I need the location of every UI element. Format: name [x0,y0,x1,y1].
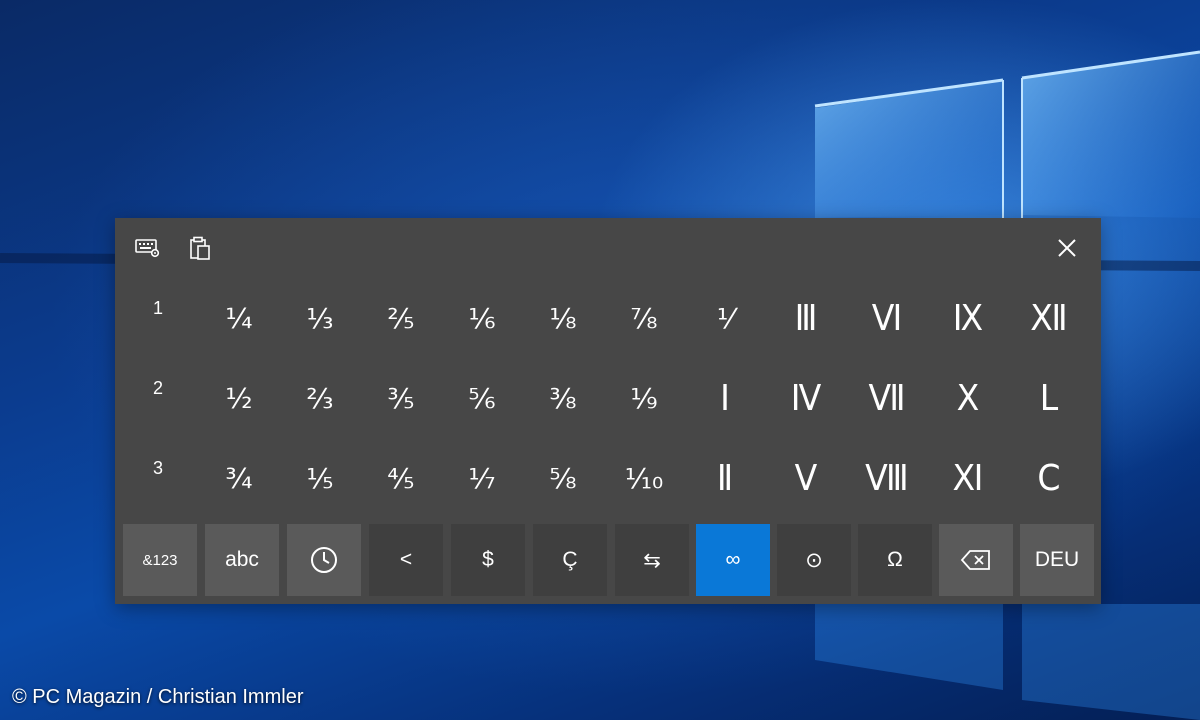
backspace-icon [960,550,990,570]
symbol-key-roman-50[interactable]: Ⅼ [1014,358,1084,438]
abc-key[interactable]: abc [205,524,279,596]
accented-letters-key[interactable]: Ç [533,524,607,596]
symbol-key-one-ninth[interactable]: ⅑ [606,358,682,438]
symbol-key-one-sixth[interactable]: ⅙ [444,278,520,358]
symbol-grid: 1 2 3 ¼ ⅓ ⅖ ⅙ ⅛ ⅞ ⅟ Ⅲ Ⅵ Ⅸ Ⅻ ½ ⅔ ⅗ ⅚ ⅜ ⅑ … [115,278,1101,518]
symbol-key-one-fifth[interactable]: ⅕ [282,438,358,518]
symbol-key-two-thirds[interactable]: ⅔ [282,358,358,438]
clock-icon [311,547,337,573]
symbol-key-two-fifths[interactable]: ⅖ [363,278,439,358]
symbol-key-three-eighths[interactable]: ⅜ [525,358,601,438]
row-number-1: 1 [152,298,163,318]
symbol-key-roman-100[interactable]: Ⅽ [1014,438,1084,518]
numbers-symbols-key[interactable]: &123 [123,524,197,596]
symbol-key-roman-2[interactable]: Ⅱ [690,438,760,518]
symbol-key-four-fifths[interactable]: ⅘ [363,438,439,518]
symbol-key-roman-11[interactable]: Ⅺ [933,438,1003,518]
symbol-key-roman-5[interactable]: Ⅴ [771,438,841,518]
symbol-key-roman-3[interactable]: Ⅲ [771,278,841,358]
language-key[interactable]: DEU [1020,524,1094,596]
symbol-key-seven-eighths[interactable]: ⅞ [606,278,682,358]
symbol-key-three-fifths[interactable]: ⅗ [363,358,439,438]
symbol-key-one-half[interactable]: ½ [201,358,277,438]
symbol-key-roman-10[interactable]: Ⅹ [933,358,1003,438]
clipboard-icon[interactable] [185,234,215,262]
desktop-background: 1 2 3 ¼ ⅓ ⅖ ⅙ ⅛ ⅞ ⅟ Ⅲ Ⅵ Ⅸ Ⅻ ½ ⅔ ⅗ ⅚ ⅜ ⅑ … [0,0,1200,720]
close-icon [1058,239,1076,257]
keyboard-settings-icon[interactable] [133,234,163,262]
symbol-key-one-eighth[interactable]: ⅛ [525,278,601,358]
currency-category-key[interactable]: $ [451,524,525,596]
symbol-key-roman-4[interactable]: Ⅳ [771,358,841,438]
symbol-key-one-third[interactable]: ⅓ [282,278,358,358]
symbol-key-one-tenth[interactable]: ⅒ [606,438,682,518]
arrows-category-key[interactable]: ⇆ [615,524,689,596]
keyboard-toolbar [115,218,1101,278]
touch-keyboard-panel: 1 2 3 ¼ ⅓ ⅖ ⅙ ⅛ ⅞ ⅟ Ⅲ Ⅵ Ⅸ Ⅻ ½ ⅔ ⅗ ⅚ ⅜ ⅑ … [115,218,1101,604]
photo-credit: © PC Magazin / Christian Immler [12,686,304,708]
backspace-key[interactable] [939,524,1013,596]
symbol-key-five-eighths[interactable]: ⅝ [525,438,601,518]
keyboard-bottom-row: &123 abc < $ Ç ⇆ ∞ ⊙ Ω DEU [115,524,1101,596]
symbol-key-three-quarters[interactable]: ¾ [201,438,277,518]
symbol-key-roman-1[interactable]: Ⅰ [690,358,760,438]
special-symbols-key[interactable]: ⊙ [777,524,851,596]
symbol-key-roman-9[interactable]: Ⅸ [933,278,1003,358]
symbol-key-roman-8[interactable]: Ⅷ [852,438,922,518]
recent-symbols-key[interactable] [287,524,361,596]
math-symbols-key[interactable]: ∞ [696,524,770,596]
close-button[interactable] [1053,234,1081,262]
symbol-key-five-sixths[interactable]: ⅚ [444,358,520,438]
symbol-key-roman-6[interactable]: Ⅵ [852,278,922,358]
less-than-category-key[interactable]: < [369,524,443,596]
row-number-3: 3 [152,458,163,478]
row-number-2: 2 [152,378,163,398]
symbol-key-fraction-numerator-one[interactable]: ⅟ [687,278,763,358]
greek-letters-key[interactable]: Ω [858,524,932,596]
symbol-key-roman-12[interactable]: Ⅻ [1014,278,1084,358]
symbol-key-one-quarter[interactable]: ¼ [201,278,277,358]
symbol-key-one-seventh[interactable]: ⅐ [444,438,520,518]
symbol-key-roman-7[interactable]: Ⅶ [852,358,922,438]
